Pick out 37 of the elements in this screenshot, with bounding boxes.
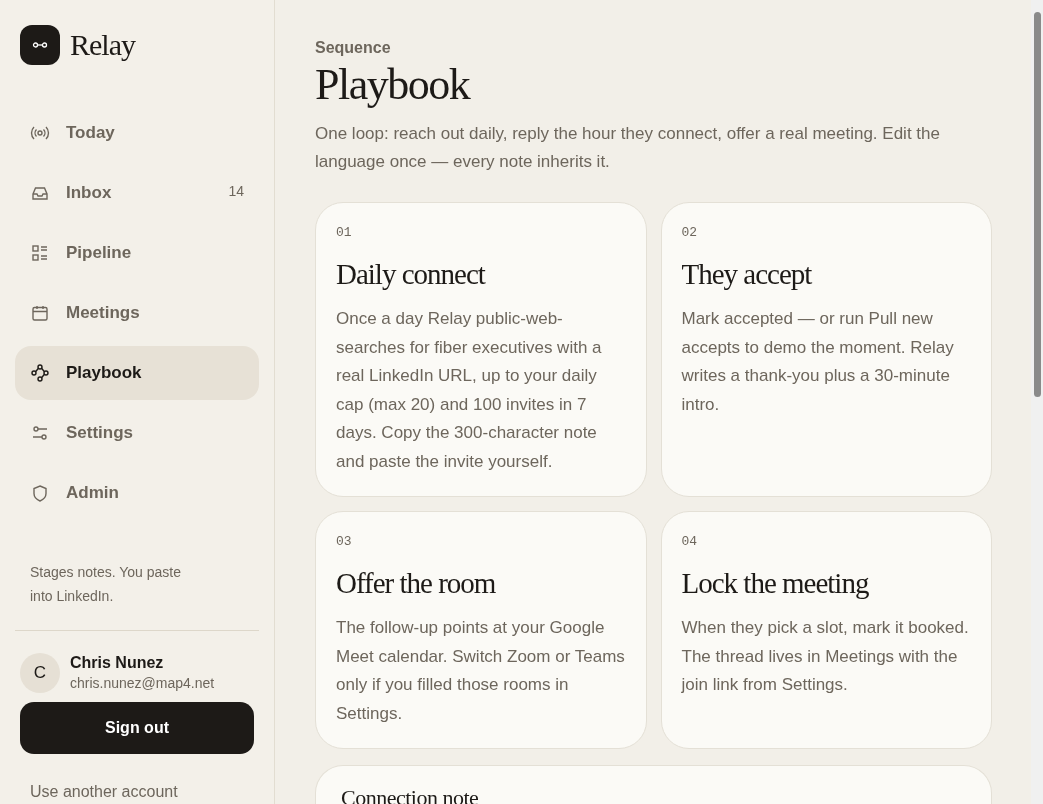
step-number: 02 xyxy=(681,224,699,242)
scrollbar[interactable] xyxy=(1031,0,1043,804)
page-title: Playbook xyxy=(315,60,471,110)
sign-out-button[interactable]: Sign out xyxy=(20,702,254,754)
card-text: The follow-up points at your Google Meet calendar. Switch Zoom or Teams only if you filled those rooms in Settings. xyxy=(336,617,626,725)
shield-icon xyxy=(30,483,50,503)
brand-name: Relay xyxy=(70,30,135,60)
card-title: Offer the room xyxy=(336,566,497,601)
card-text: When they pick a slot, mark it booked. The thread lives in Meetings with the join link from Settings. xyxy=(681,617,970,696)
step-number: 01 xyxy=(336,224,353,242)
user-name: Chris Nunez xyxy=(70,653,165,673)
nodes-icon xyxy=(30,363,50,383)
unread-count: 14 xyxy=(228,181,244,201)
step-number: 03 xyxy=(336,533,353,551)
nav-item[interactable]: Settings xyxy=(15,406,259,460)
card-title: Lock the meeting xyxy=(681,566,870,601)
card-text: Once a day Relay public-web-searches for fiber executives with a real LinkedIn URL, up to your daily cap (max 20) and 100 invites in 7 days. Copy the 300-character note and paste the invite yourself. xyxy=(336,308,603,473)
user-avatar: C xyxy=(20,653,60,693)
nav-item[interactable]: Today xyxy=(15,106,259,160)
nav-item[interactable]: Playbook xyxy=(15,346,259,400)
user-email: chris.nunez@map4.net xyxy=(70,674,215,693)
step-number: 04 xyxy=(681,533,699,551)
nav-item[interactable]: Pipeline xyxy=(15,226,259,280)
eyebrow-label: Sequence xyxy=(315,38,392,58)
list-icon xyxy=(30,243,50,263)
nav-item[interactable]: Meetings xyxy=(15,286,259,340)
card-text: Mark accepted — or run Pull new accepts to demo the moment. Relay writes a thank-you plus a 30-minute intro. xyxy=(681,308,955,416)
sidebar-note: Stages notes. You paste into LinkedIn. xyxy=(29,563,182,606)
use-another-account-link[interactable]: Use another account xyxy=(15,780,259,804)
nav-item[interactable]: Admin xyxy=(15,466,259,520)
sliders-icon xyxy=(30,423,50,443)
logo-icon xyxy=(20,25,60,65)
card-title: Daily connect xyxy=(336,257,487,292)
nav-item[interactable]: Inbox 14 xyxy=(15,166,259,220)
page-description: One loop: reach out daily, reply the hour they connect, offer a real meeting. Edit the language once — every note inherits it. xyxy=(315,123,941,173)
calendar-icon xyxy=(30,303,50,323)
card-title: They accept xyxy=(681,257,813,292)
